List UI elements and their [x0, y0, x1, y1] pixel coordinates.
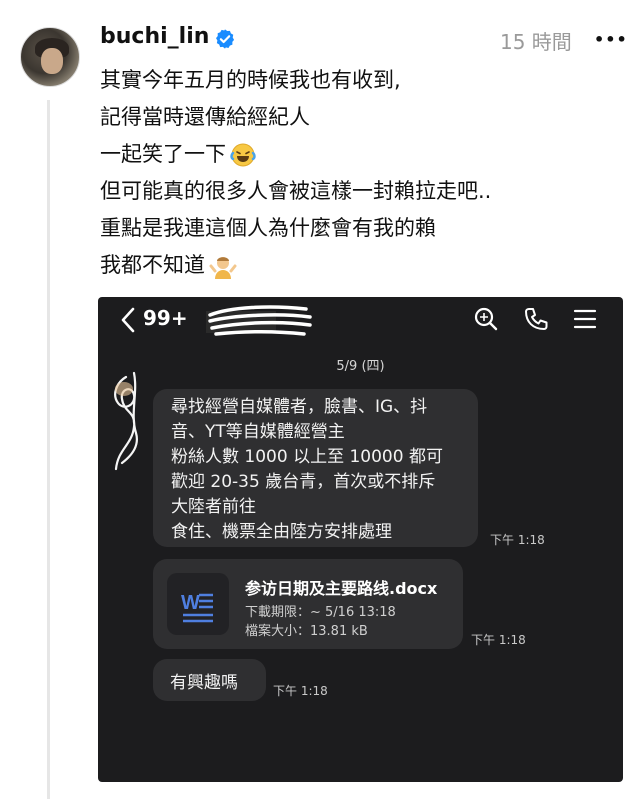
redacted-contact-name-scribble [206, 305, 312, 336]
message-line: 大陸者前往 [171, 497, 256, 517]
word-document-icon: W [167, 573, 229, 635]
message-line: 歡迎 20-35 歲台青，首次或不排斥 [171, 472, 436, 492]
post-time: 15 時間 [500, 30, 572, 54]
verified-badge-icon [216, 29, 235, 49]
file-name: 参访日期及主要路线.docx [245, 579, 438, 598]
unread-count-badge: 99+ [143, 306, 188, 330]
redacted-sender-avatar-scribble [114, 371, 138, 471]
shrug-emoji-icon [209, 257, 237, 279]
chat-message-bubble: 尋找經營自媒體者，臉書、IG、抖 音、YT等自媒體經營主 粉絲人數 1000 以… [153, 389, 478, 547]
chat-date: 5/9 (四) [336, 359, 385, 374]
post-line: 記得當時還傳給經紀人 [100, 105, 310, 129]
back-chevron-icon[interactable] [120, 305, 136, 335]
post-body: 其實今年五月的時候我也有收到, 記得當時還傳給經紀人 一起笑了一下 但可能真的很… [100, 62, 620, 284]
message-line: 食住、機票全由陸方安排處理 [171, 522, 392, 542]
chat-message-bubble: 有興趣嗎 [153, 659, 266, 701]
file-download-deadline: 下載期限：~ 5/16 13:18 [245, 605, 396, 620]
message-timestamp: 下午 1:18 [471, 633, 526, 647]
user-avatar[interactable] [20, 27, 80, 87]
message-timestamp: 下午 1:18 [273, 684, 328, 698]
message-line: 尋找經營自媒體者，臉書、IG、抖 [171, 397, 428, 417]
post-line: 一起笑了一下 [100, 136, 620, 173]
search-icon[interactable] [473, 306, 499, 332]
file-size: 檔案大小：13.81 kB [245, 624, 368, 639]
laughing-tears-emoji-icon [230, 143, 256, 167]
thread-line [47, 100, 50, 799]
avatar-face [41, 48, 63, 74]
message-timestamp: 下午 1:18 [490, 533, 545, 547]
post-line: 我都不知道 [100, 247, 620, 284]
message-line: 粉絲人數 1000 以上至 10000 都可 [171, 447, 443, 467]
phone-icon[interactable] [523, 306, 549, 332]
svg-text:W: W [181, 592, 200, 614]
message-text: 有興趣嗎 [170, 673, 238, 693]
chat-screenshot: 99+ 5/9 (四) 尋找經營自媒體者，臉書、IG、抖 音、YT等自媒體經營主… [98, 297, 623, 782]
username[interactable]: buchi_lin [100, 24, 209, 49]
more-options-button[interactable]: ••• [594, 30, 628, 49]
post-line: 但可能真的很多人會被這樣一封賴拉走吧.. [100, 179, 492, 203]
menu-icon[interactable] [573, 307, 597, 331]
post-line: 其實今年五月的時候我也有收到, [100, 68, 401, 92]
message-line: 音、YT等自媒體經營主 [171, 422, 345, 442]
file-attachment[interactable]: W 参访日期及主要路线.docx 下載期限：~ 5/16 13:18 檔案大小：… [153, 559, 463, 649]
post-line: 重點是我連這個人為什麼會有我的賴 [100, 216, 436, 240]
